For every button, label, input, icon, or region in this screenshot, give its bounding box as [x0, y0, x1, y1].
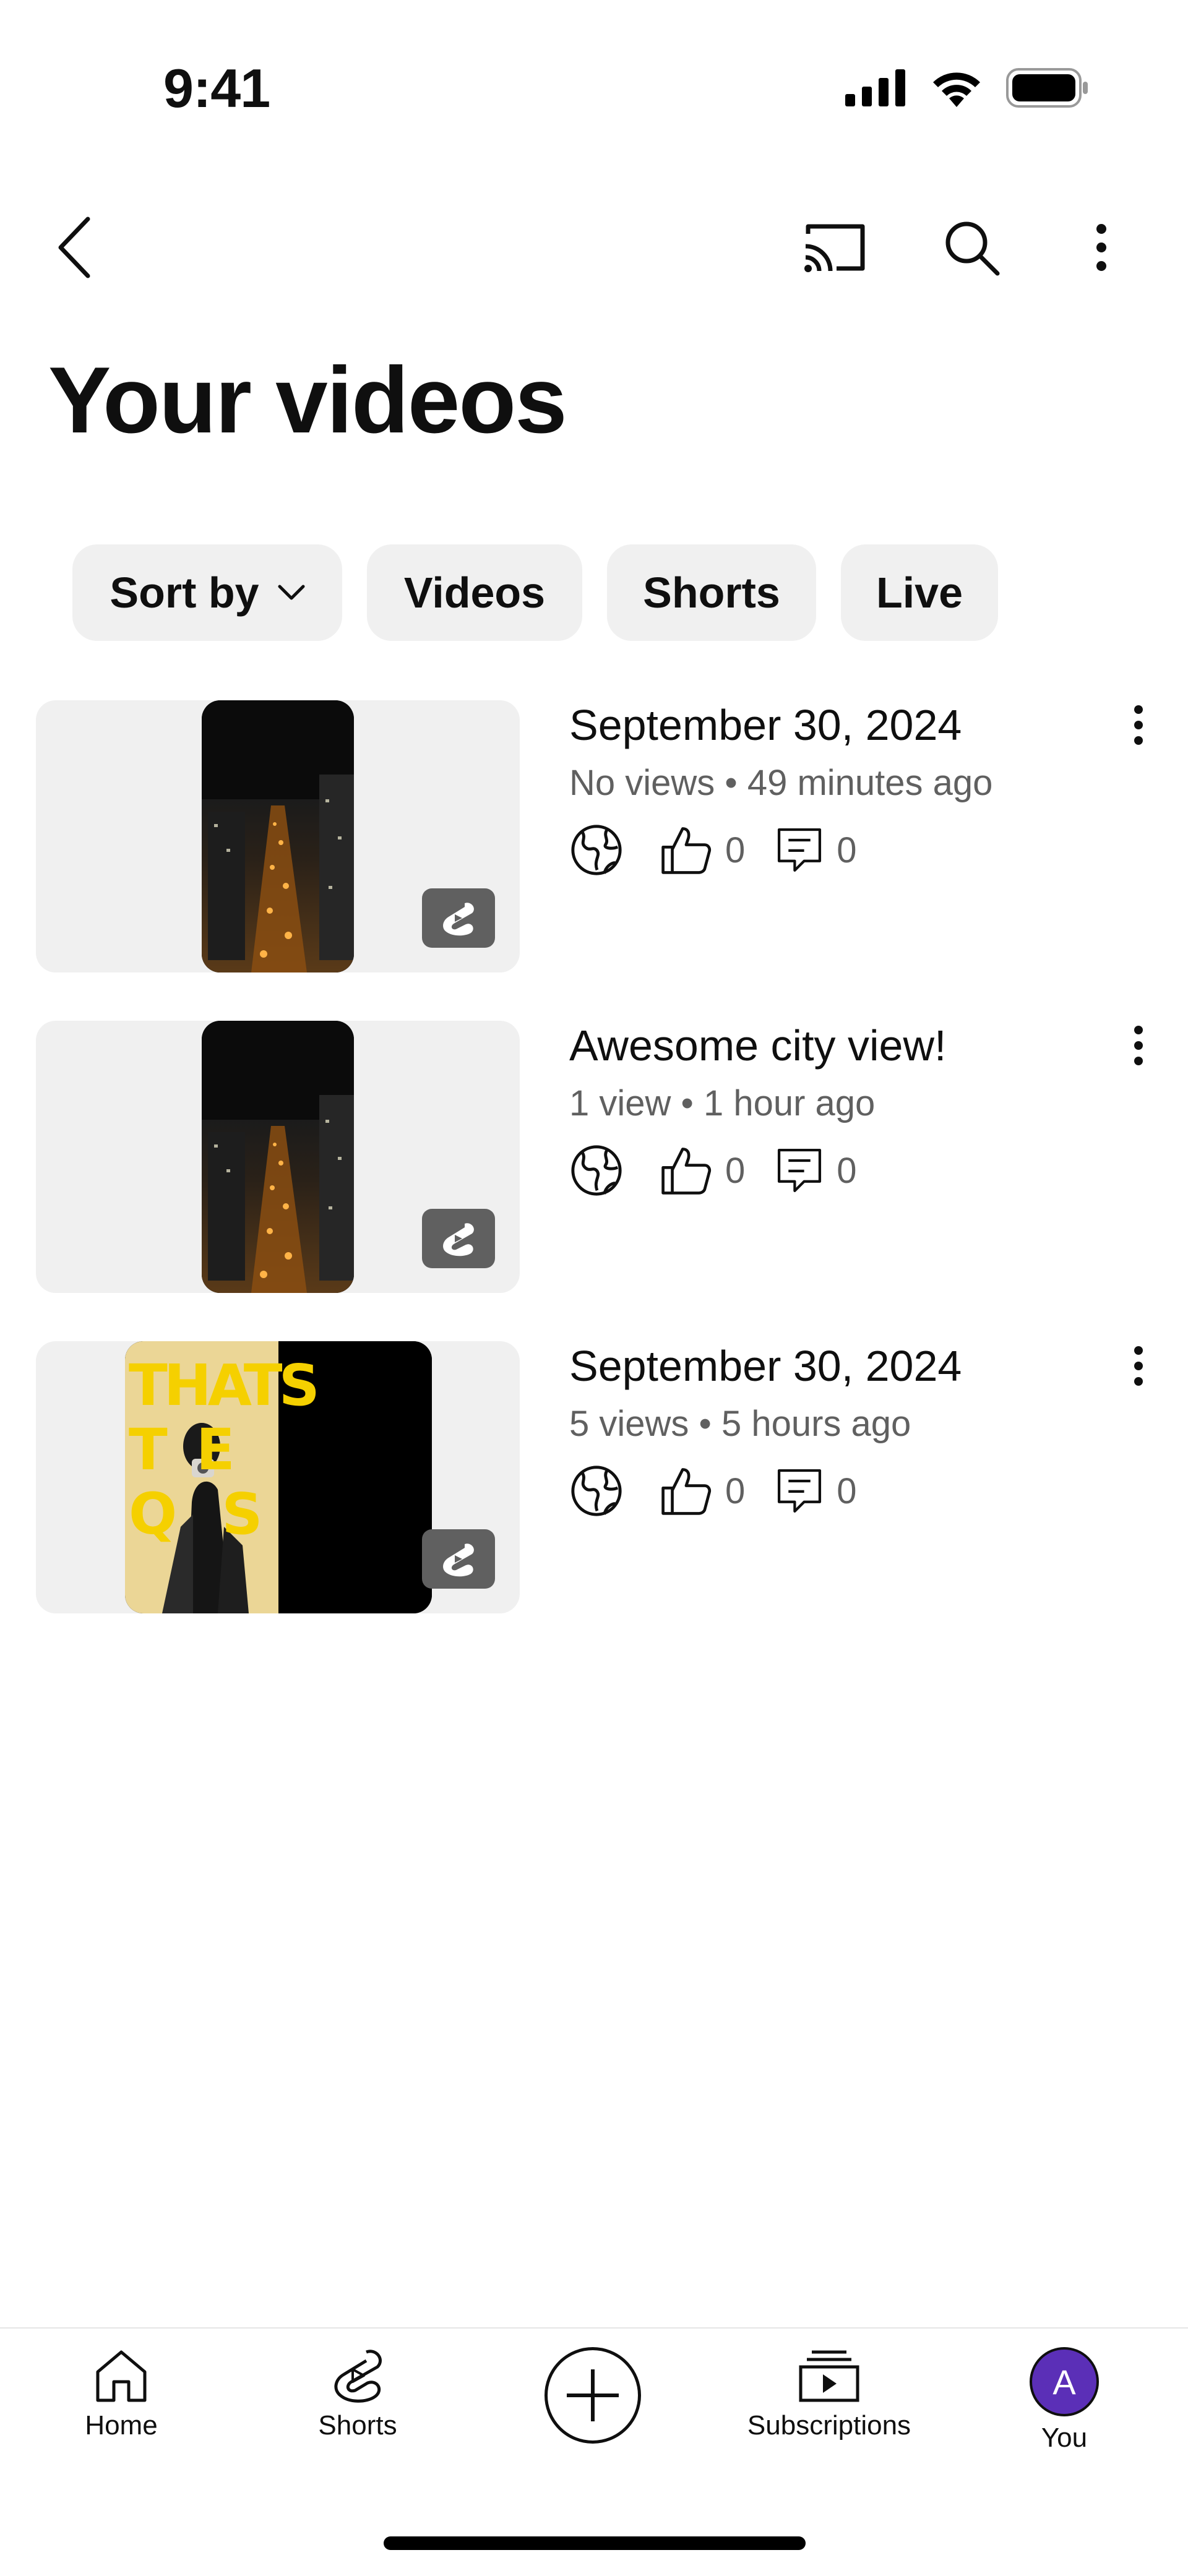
status-time: 9:41 — [163, 58, 270, 119]
like-count: 0 — [725, 830, 746, 870]
search-icon — [945, 221, 1000, 276]
comment-count: 0 — [837, 1150, 857, 1191]
shorts-icon — [334, 2350, 382, 2403]
comment-count: 0 — [837, 1470, 857, 1511]
shorts-badge-icon — [422, 1529, 495, 1589]
comment-icon — [776, 1147, 823, 1194]
cast-button[interactable] — [798, 210, 872, 285]
nav-home[interactable]: Home — [28, 2347, 214, 2441]
thumbnail-image: THATS T E Q S — [125, 1341, 432, 1613]
create-button[interactable] — [544, 2347, 641, 2444]
video-views: No views — [569, 763, 715, 803]
nav-shorts-label: Shorts — [318, 2410, 397, 2441]
video-menu-button[interactable] — [1114, 700, 1163, 750]
back-arrow-icon — [58, 217, 90, 278]
comment-icon — [776, 1467, 823, 1514]
comment-icon — [776, 826, 823, 874]
video-stats: 0 0 — [569, 1460, 888, 1522]
live-chip[interactable]: Live — [841, 544, 998, 641]
back-button[interactable] — [43, 210, 105, 285]
shorts-badge-icon — [422, 888, 495, 948]
filter-chips: Sort by Videos Shorts Live — [72, 544, 998, 641]
more-options-button[interactable] — [1070, 210, 1132, 285]
plus-icon — [567, 2369, 619, 2421]
video-age: 5 hours ago — [721, 1404, 911, 1444]
like-count: 0 — [725, 1470, 746, 1511]
public-globe-icon — [569, 1464, 624, 1518]
video-age: 1 hour ago — [703, 1083, 876, 1123]
subscriptions-icon — [799, 2350, 859, 2402]
video-views: 5 views — [569, 1404, 689, 1444]
nav-subscriptions[interactable]: Subscriptions — [736, 2347, 922, 2441]
like-icon — [660, 1144, 712, 1196]
battery-icon — [1006, 68, 1088, 108]
thumbnail-image — [202, 700, 354, 972]
search-button[interactable] — [934, 210, 1009, 285]
video-row[interactable]: THATS T E Q S September 30, 2024 5 views… — [0, 1341, 1188, 1613]
nav-you[interactable]: A You — [971, 2347, 1157, 2454]
like-icon — [660, 1465, 712, 1517]
avatar: A — [1030, 2347, 1099, 2416]
video-title[interactable]: Awesome city view! — [569, 1021, 946, 1070]
public-globe-icon — [569, 823, 624, 877]
nav-subscriptions-label: Subscriptions — [747, 2410, 911, 2441]
video-age: 49 minutes ago — [747, 763, 993, 803]
like-icon — [660, 824, 712, 876]
shorts-chip[interactable]: Shorts — [607, 544, 816, 641]
like-count: 0 — [725, 1150, 746, 1191]
signal-icon — [845, 69, 905, 106]
video-thumbnail[interactable]: THATS T E Q S — [36, 1341, 520, 1613]
wifi-icon — [933, 72, 980, 107]
video-thumbnail[interactable] — [36, 1021, 520, 1293]
video-menu-button[interactable] — [1114, 1021, 1163, 1070]
home-indicator — [384, 2536, 806, 2550]
video-stats: 0 0 — [569, 1140, 888, 1201]
sort-by-label: Sort by — [110, 569, 259, 617]
nav-home-label: Home — [85, 2410, 158, 2441]
more-vertical-icon — [1096, 224, 1106, 271]
more-vertical-icon — [1132, 1024, 1145, 1067]
more-vertical-icon — [1132, 703, 1145, 747]
public-globe-icon — [569, 1143, 624, 1198]
comment-count: 0 — [837, 830, 857, 870]
video-title[interactable]: September 30, 2024 — [569, 700, 962, 750]
video-meta: 1 view • 1 hour ago — [569, 1083, 876, 1123]
video-title[interactable]: September 30, 2024 — [569, 1341, 962, 1391]
video-row[interactable]: September 30, 2024 No views • 49 minutes… — [0, 700, 1188, 972]
video-stats: 0 0 — [569, 819, 888, 881]
video-menu-button[interactable] — [1114, 1341, 1163, 1391]
chevron-down-icon — [278, 585, 305, 600]
more-vertical-icon — [1132, 1344, 1145, 1388]
thumbnail-image — [202, 1021, 354, 1293]
video-row[interactable]: Awesome city view! 1 view • 1 hour ago 0… — [0, 1021, 1188, 1293]
nav-shorts[interactable]: Shorts — [265, 2347, 450, 2441]
thumbnail-overlay-text: THATS T E Q S — [129, 1352, 320, 1547]
cast-icon — [804, 224, 865, 272]
video-meta: No views • 49 minutes ago — [569, 763, 993, 803]
page-title: Your videos — [48, 348, 567, 453]
videos-chip[interactable]: Videos — [367, 544, 582, 641]
status-icons — [845, 68, 1088, 108]
shorts-badge-icon — [422, 1209, 495, 1268]
home-icon — [96, 2350, 147, 2402]
video-views: 1 view — [569, 1083, 671, 1123]
nav-you-label: You — [1041, 2423, 1088, 2453]
sort-by-chip[interactable]: Sort by — [72, 544, 342, 641]
video-thumbnail[interactable] — [36, 700, 520, 972]
video-meta: 5 views • 5 hours ago — [569, 1404, 911, 1444]
